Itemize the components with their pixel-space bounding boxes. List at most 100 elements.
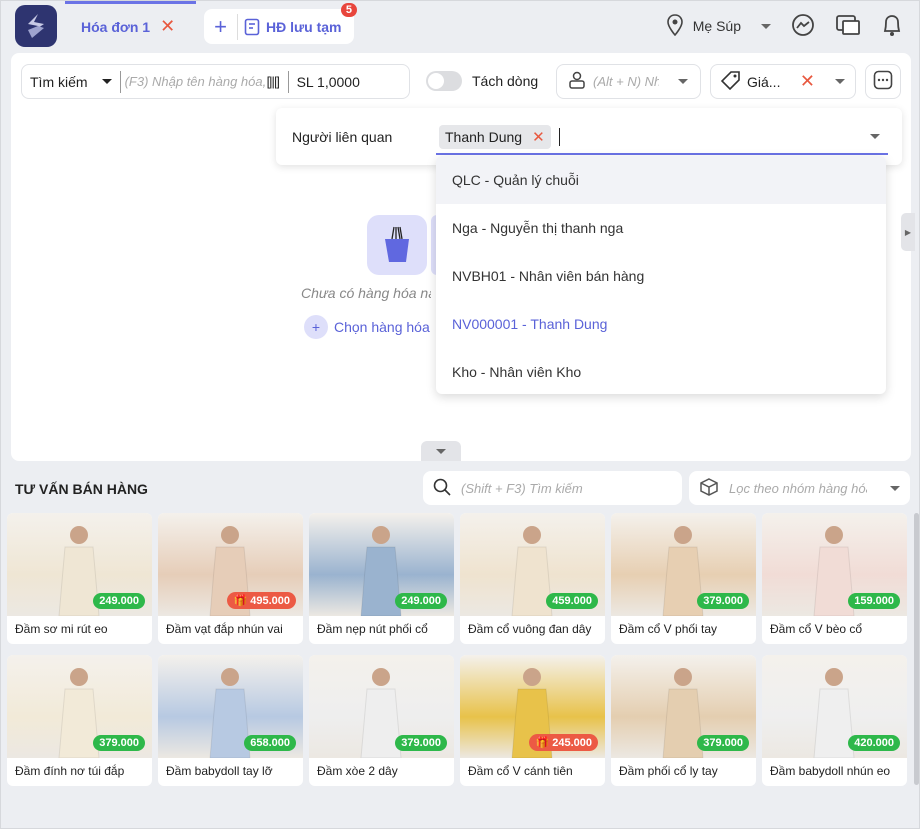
option-item-selected[interactable]: NV000001 - Thanh Dung: [436, 300, 886, 348]
price-badge: 379.000: [697, 735, 749, 751]
price-list-select[interactable]: Giá... ✕: [710, 64, 856, 99]
bell-icon[interactable]: [881, 13, 903, 40]
product-image: 🎁 495.000: [158, 513, 303, 616]
split-line-toggle[interactable]: [426, 71, 462, 91]
saved-invoices-tab[interactable]: + HĐ lưu tạm 5: [204, 3, 357, 44]
product-search-bar: Tìm kiếm (F3) Nhập tên hàng hóa, mã vạch…: [21, 64, 410, 99]
group-filter-select[interactable]: Lọc theo nhóm hàng hóa: [689, 471, 910, 505]
product-name: Đầm xòe 2 dây: [317, 764, 398, 778]
price-badge: 420.000: [848, 735, 900, 751]
tab-invoice-1[interactable]: Hóa đơn 1 ✕: [65, 1, 196, 49]
product-image: 379.000: [7, 655, 152, 758]
product-card[interactable]: 658.000 Đầm babydoll tay lỡ: [158, 655, 303, 786]
choose-product-link[interactable]: + Chọn hàng hóa: [304, 315, 434, 339]
add-tab-button[interactable]: +: [204, 13, 238, 40]
messenger-icon[interactable]: [791, 13, 815, 40]
product-card[interactable]: 459.000 Đầm cổ vuông đan dây: [460, 513, 605, 644]
collapse-panel-button[interactable]: [421, 441, 461, 461]
product-card[interactable]: 379.000 Đầm cổ V phối tay: [611, 513, 756, 644]
chevron-down-icon: [890, 485, 900, 491]
staff-placeholder: (Alt + N) Nhân viên: [593, 74, 659, 89]
related-person-label: Người liên quan: [292, 128, 393, 145]
plus-icon: +: [304, 315, 328, 339]
product-name: Đầm cổ vuông đan dây: [468, 622, 592, 636]
product-search-input[interactable]: (F3) Nhập tên hàng hóa, mã vạch: [121, 74, 267, 89]
product-image: 379.000: [309, 655, 454, 758]
saved-count-badge: 5: [340, 3, 357, 17]
staff-select[interactable]: (Alt + N) Nhân viên: [556, 64, 701, 99]
option-item[interactable]: Kho - Nhân viên Kho: [436, 348, 886, 394]
consult-search-input[interactable]: (Shift + F3) Tìm kiếm: [423, 471, 682, 505]
chevron-down-icon: [761, 23, 771, 29]
close-tab-icon[interactable]: ✕: [160, 16, 175, 37]
focus-underline: [436, 153, 888, 155]
price-badge: 249.000: [395, 593, 447, 609]
price-badge: 379.000: [395, 735, 447, 751]
search-mode-select[interactable]: Tìm kiếm: [22, 70, 121, 93]
quantity-input[interactable]: SL 1,0000: [289, 74, 360, 90]
product-card[interactable]: 🎁 495.000 Đầm vạt đắp nhún vai: [158, 513, 303, 644]
box-icon: [699, 477, 719, 500]
product-card[interactable]: 249.000 Đầm sơ mi rút eo: [7, 513, 152, 644]
product-image: 459.000: [460, 513, 605, 616]
product-card[interactable]: 249.000 Đầm nẹp nút phối cổ: [309, 513, 454, 644]
app-logo[interactable]: [15, 5, 57, 47]
location-pin-icon: [666, 13, 683, 39]
product-name: Đầm cổ V phối tay: [619, 622, 718, 636]
price-badge: 159.000: [848, 593, 900, 609]
price-badge: 459.000: [546, 593, 598, 609]
consult-title: TƯ VẤN BÁN HÀNG: [15, 481, 148, 497]
text-cursor[interactable]: [558, 127, 560, 146]
barcode-icon[interactable]: [|||]: [267, 70, 289, 93]
price-list-label: Giá...: [747, 73, 781, 90]
side-expand-button[interactable]: ▶: [901, 213, 915, 251]
scrollbar[interactable]: [914, 513, 919, 785]
clear-icon[interactable]: ✕: [800, 71, 815, 92]
chevron-down-icon: [678, 79, 688, 84]
chevron-down-icon[interactable]: [870, 134, 880, 139]
product-card[interactable]: 🎁 245.000 Đầm cổ V cánh tiên: [460, 655, 605, 786]
user-icon: [569, 71, 585, 92]
product-name: Đầm vạt đắp nhún vai: [166, 622, 283, 636]
selected-chip: Thanh Dung ✕: [439, 124, 551, 149]
price-badge: 249.000: [93, 593, 145, 609]
product-image: 249.000: [7, 513, 152, 616]
product-card[interactable]: 379.000 Đầm xòe 2 dây: [309, 655, 454, 786]
empty-message: Chưa có hàng hóa nào: [301, 285, 431, 301]
more-icon: [873, 70, 893, 93]
product-image: 658.000: [158, 655, 303, 758]
product-card[interactable]: 379.000 Đầm phối cổ ly tay: [611, 655, 756, 786]
product-name: Đầm phối cổ ly tay: [619, 764, 718, 778]
option-item[interactable]: QLC - Quản lý chuỗi: [436, 156, 886, 204]
product-card[interactable]: 420.000 Đầm babydoll nhún eo: [762, 655, 907, 786]
store-selector[interactable]: Mẹ Súp: [666, 13, 771, 39]
saved-label: HĐ lưu tạm: [266, 18, 342, 35]
product-name: Đầm babydoll nhún eo: [770, 764, 891, 778]
receipt-icon: [244, 18, 260, 36]
product-name: Đầm cổ V cánh tiên: [468, 764, 573, 778]
search-placeholder: (Shift + F3) Tìm kiếm: [461, 480, 583, 496]
option-item[interactable]: NVBH01 - Nhân viên bán hàng: [436, 252, 886, 300]
product-name: Đầm cổ V bèo cổ: [770, 622, 863, 636]
product-card[interactable]: 159.000 Đầm cổ V bèo cổ: [762, 513, 907, 644]
product-card[interactable]: 379.000 Đầm đính nơ túi đắp: [7, 655, 152, 786]
choose-product-label: Chọn hàng hóa: [334, 319, 430, 335]
tab-label: Hóa đơn 1: [81, 18, 151, 35]
shopping-bag-icon: [367, 215, 427, 275]
tag-icon: [720, 70, 741, 93]
price-badge: 379.000: [697, 593, 749, 609]
screens-icon[interactable]: [835, 13, 861, 40]
option-item[interactable]: Nga - Nguyễn thị thanh nga: [436, 204, 886, 252]
price-badge: 658.000: [244, 735, 296, 751]
remove-chip-icon[interactable]: ✕: [532, 128, 545, 146]
product-name: Đầm đính nơ túi đắp: [15, 764, 125, 778]
product-name: Đầm sơ mi rút eo: [15, 622, 108, 636]
related-person-options: QLC - Quản lý chuỗi Nga - Nguyễn thị tha…: [436, 156, 886, 394]
product-image: 420.000: [762, 655, 907, 758]
price-badge: 379.000: [93, 735, 145, 751]
product-image: 159.000: [762, 513, 907, 616]
product-image: 379.000: [611, 513, 756, 616]
product-image: 🎁 245.000: [460, 655, 605, 758]
more-button[interactable]: [865, 64, 901, 99]
price-badge: 🎁 245.000: [529, 734, 598, 751]
